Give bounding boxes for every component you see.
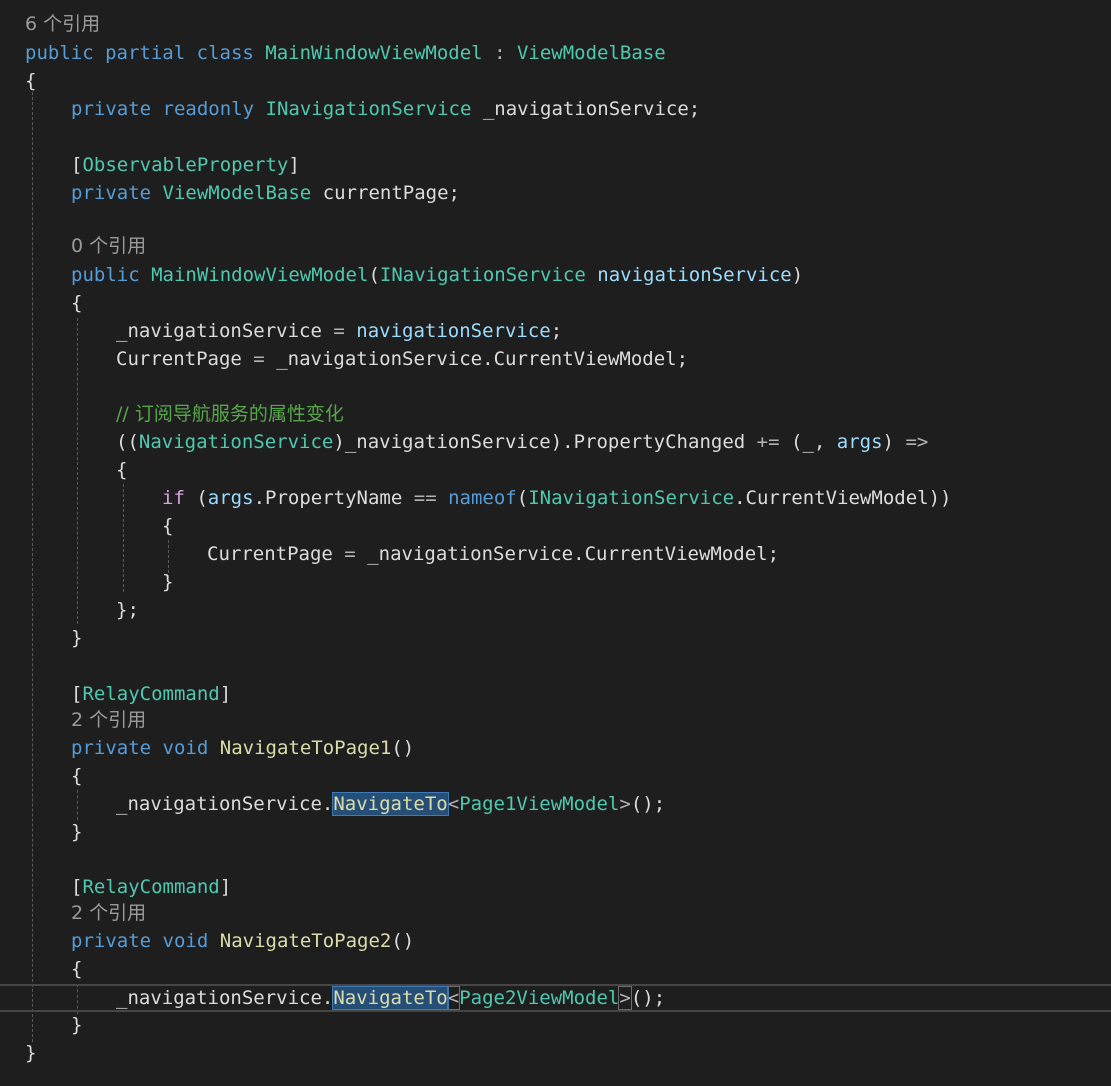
keyword: private	[71, 98, 151, 120]
indent-guide	[123, 484, 124, 592]
code-line-brace: {	[116, 456, 127, 484]
indent-guide	[77, 790, 78, 820]
code-editor[interactable]: 6 个引用 public partial class MainWindowVie…	[0, 0, 1111, 1086]
parameter-name: args	[837, 431, 883, 453]
code-lens-page1-references[interactable]: 2 个引用	[71, 706, 146, 734]
keyword: private	[71, 737, 151, 759]
code-line-brace: }	[162, 568, 173, 596]
class-name: MainWindowViewModel	[265, 42, 482, 64]
code-line-brace: {	[25, 67, 36, 95]
code-line-attribute: [ObservableProperty]	[71, 151, 300, 179]
code-line-method: private void NavigateToPage2()	[71, 927, 414, 955]
constructor-name: MainWindowViewModel	[151, 264, 368, 286]
type-name: INavigationService	[266, 98, 472, 120]
code-line-call-current: _navigationService.NavigateTo<Page2ViewM…	[116, 984, 665, 1012]
code-line-brace: };	[116, 596, 139, 624]
field-name: _navigationService	[345, 431, 551, 453]
code-line-event-subscription: ((NavigationService)_navigationService).…	[116, 428, 928, 456]
parameter-name: args	[208, 487, 254, 509]
keyword: readonly	[163, 98, 255, 120]
field-name: _navigationService	[116, 320, 322, 342]
type-name: INavigationService	[528, 487, 734, 509]
code-line-field: private readonly INavigationService _nav…	[71, 95, 700, 123]
property-name: CurrentViewModel	[746, 487, 929, 509]
method-name: NavigateToPage1	[220, 737, 392, 759]
field-name: _navigationService	[116, 793, 322, 815]
type-name: ViewModelBase	[163, 182, 312, 204]
attribute-name: RelayCommand	[82, 876, 219, 898]
code-line-brace: }	[71, 1011, 82, 1039]
code-line-attribute: [RelayCommand]	[71, 873, 231, 901]
code-line-brace: }	[25, 1039, 36, 1067]
property-name: CurrentViewModel	[494, 348, 677, 370]
field-name: _navigationService	[367, 543, 573, 565]
code-line-brace: {	[71, 289, 82, 317]
highlighted-method-reference[interactable]: NavigateTo	[333, 793, 447, 815]
keyword: void	[163, 930, 209, 952]
code-line-brace: }	[71, 624, 82, 652]
attribute-name: ObservableProperty	[82, 154, 288, 176]
keyword: private	[71, 182, 151, 204]
event-name: PropertyChanged	[574, 431, 746, 453]
code-line-call: _navigationService.NavigateTo<Page1ViewM…	[116, 790, 665, 818]
code-line-assignment: CurrentPage = _navigationService.Current…	[116, 345, 688, 373]
field-name: _navigationService	[483, 98, 689, 120]
code-lens-class-references[interactable]: 6 个引用	[25, 10, 100, 38]
property-name: CurrentPage	[207, 543, 333, 565]
base-type: ViewModelBase	[517, 42, 666, 64]
indent-guide	[32, 92, 33, 1042]
keyword: void	[163, 737, 209, 759]
code-line-constructor: public MainWindowViewModel(INavigationSe…	[71, 261, 803, 289]
keyword: private	[71, 930, 151, 952]
indent-guide	[77, 318, 78, 624]
keyword: partial	[105, 42, 185, 64]
attribute-name: RelayCommand	[82, 683, 219, 705]
type-name: Page1ViewModel	[459, 793, 619, 815]
field-name: currentPage	[323, 182, 449, 204]
code-line-assignment: _navigationService = navigationService;	[116, 317, 562, 345]
code-line-field: private ViewModelBase currentPage;	[71, 179, 460, 207]
code-comment: // 订阅导航服务的属性变化	[116, 400, 344, 428]
type-name: NavigationService	[139, 431, 333, 453]
property-name: PropertyName	[265, 487, 402, 509]
highlighted-method-reference[interactable]: NavigateTo	[333, 987, 447, 1009]
code-line-assignment: CurrentPage = _navigationService.Current…	[207, 540, 779, 568]
method-name: NavigateToPage2	[220, 930, 392, 952]
property-name: CurrentViewModel	[585, 543, 768, 565]
code-lens-ctor-references[interactable]: 0 个引用	[71, 232, 146, 260]
field-name: _navigationService	[116, 987, 322, 1009]
field-name: _navigationService	[276, 348, 482, 370]
keyword: class	[197, 42, 254, 64]
parameter-name: navigationService	[356, 320, 550, 342]
code-line-brace: }	[71, 818, 82, 846]
code-line-brace: {	[162, 512, 173, 540]
keyword: public	[25, 42, 94, 64]
code-line-brace: {	[71, 955, 82, 983]
keyword: nameof	[448, 487, 517, 509]
code-lens-page2-references[interactable]: 2 个引用	[71, 899, 146, 927]
code-line-brace: {	[71, 762, 82, 790]
code-line-if: if (args.PropertyName == nameof(INavigat…	[162, 484, 951, 512]
code-line-class-declaration: public partial class MainWindowViewModel…	[25, 39, 666, 67]
keyword: public	[71, 264, 140, 286]
code-line-attribute: [RelayCommand]	[71, 680, 231, 708]
property-name: CurrentPage	[116, 348, 242, 370]
keyword: if	[162, 487, 185, 509]
code-line-method: private void NavigateToPage1()	[71, 734, 414, 762]
type-name: Page2ViewModel	[459, 987, 619, 1009]
type-name: INavigationService	[380, 264, 586, 286]
parameter-name: navigationService	[597, 264, 791, 286]
